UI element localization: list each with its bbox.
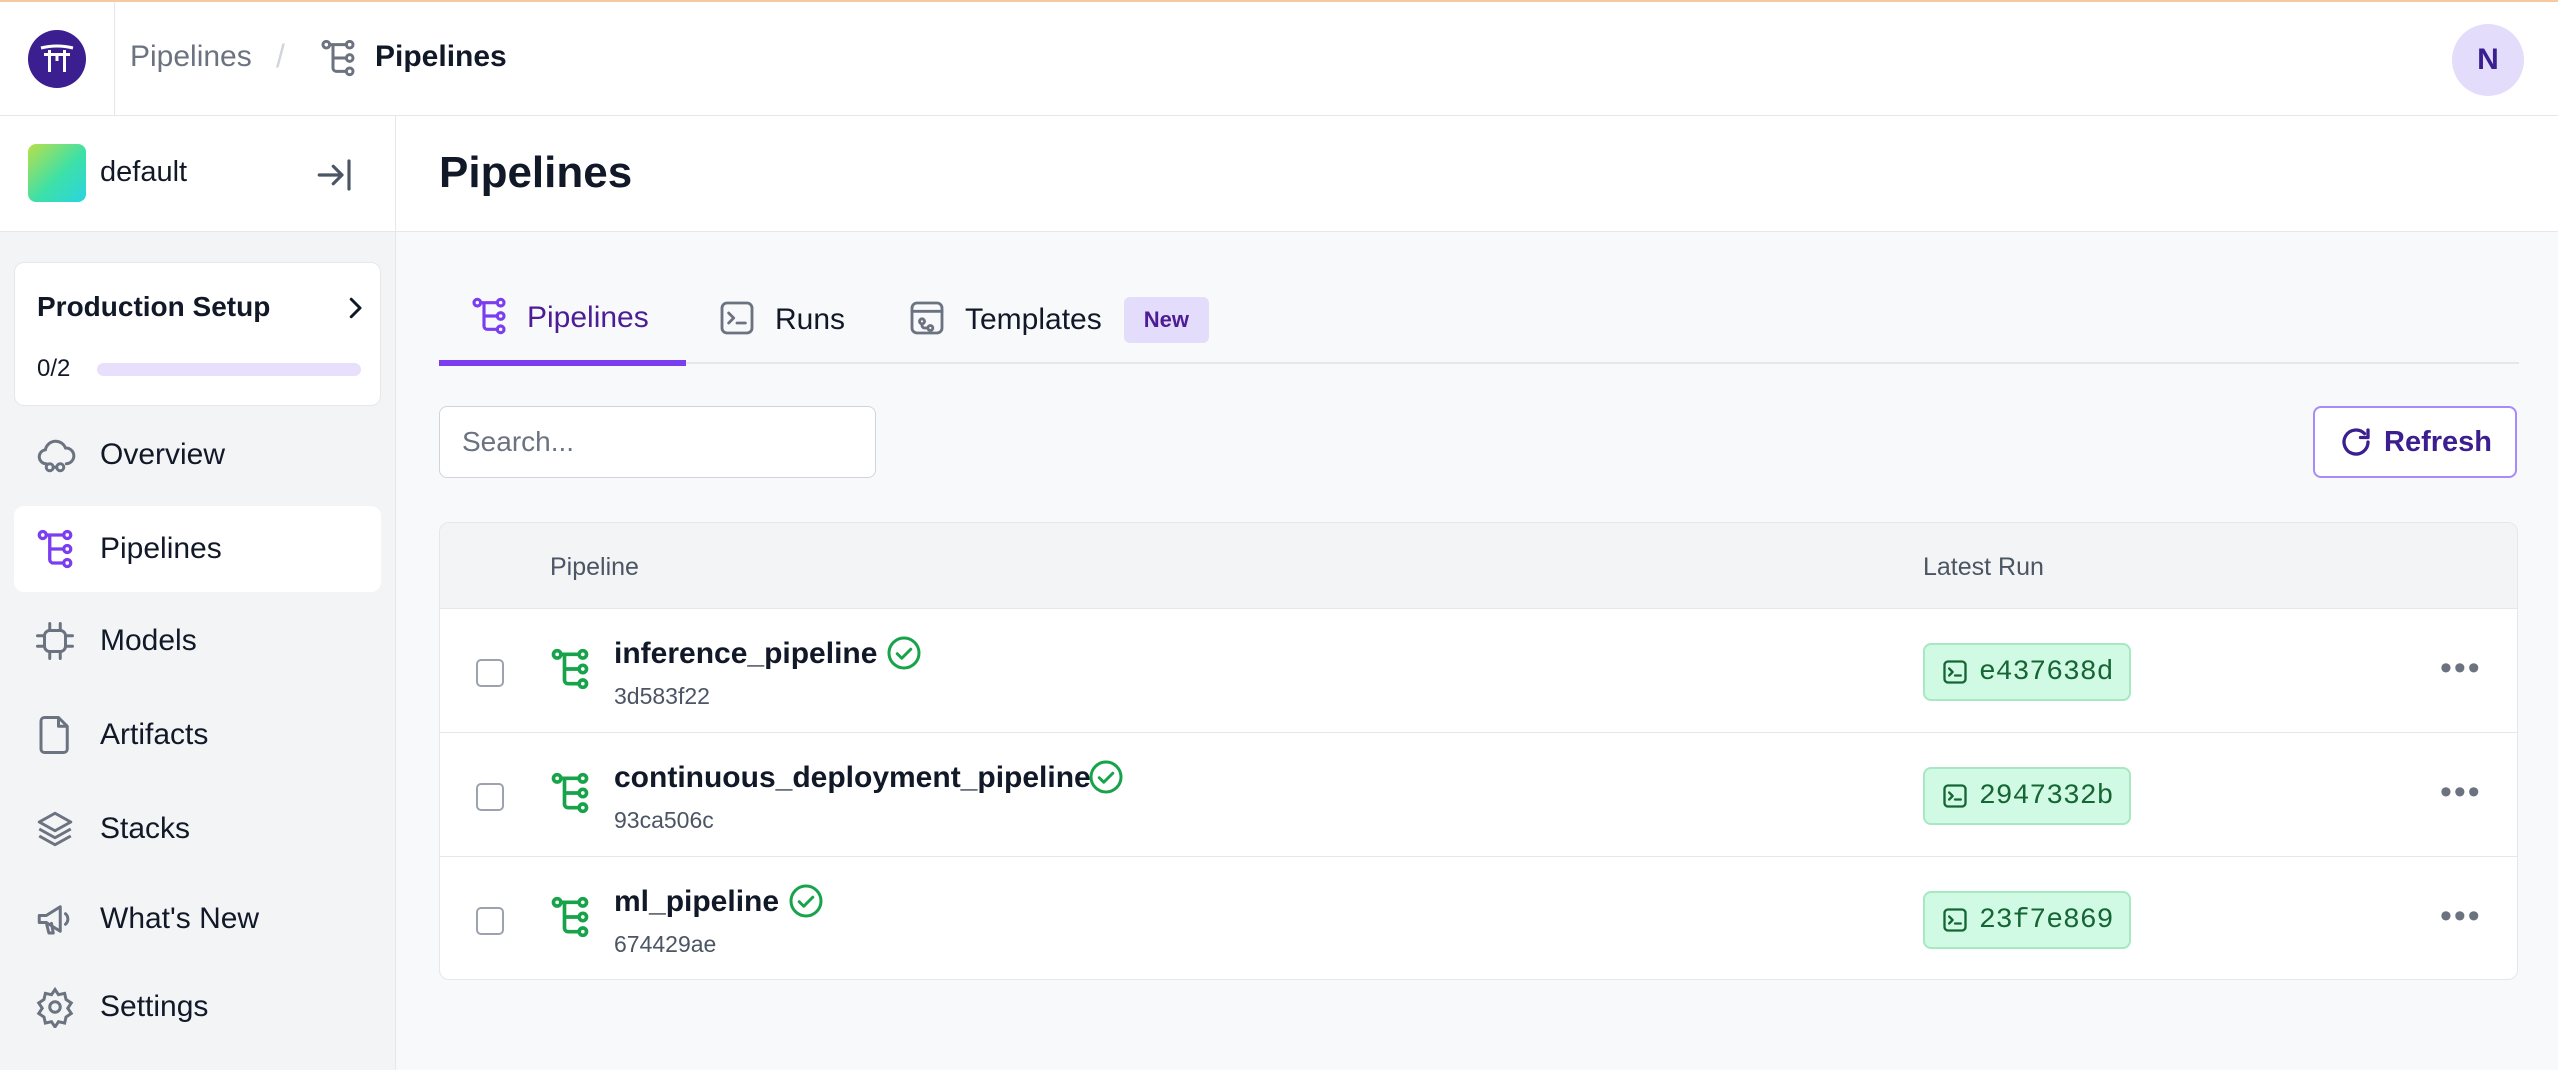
sidebar-item-settings[interactable]: Settings bbox=[14, 964, 381, 1050]
pipeline-id: 3d583f22 bbox=[614, 683, 710, 709]
setup-progress-bar bbox=[97, 363, 361, 376]
tab-bar: Pipelines Runs Templates New bbox=[439, 276, 2519, 366]
workspace-name: default bbox=[100, 156, 188, 188]
latest-run-badge[interactable]: e437638d bbox=[1923, 643, 2132, 701]
table-header: Pipeline Latest Run bbox=[440, 523, 2517, 609]
terminal-icon bbox=[1943, 908, 1967, 932]
avatar[interactable]: N bbox=[2452, 24, 2524, 96]
tab-label: Pipelines bbox=[527, 301, 649, 334]
latest-run-badge[interactable]: 23f7e869 bbox=[1923, 891, 2132, 949]
more-options-icon[interactable]: ••• bbox=[2440, 649, 2482, 688]
sidebar-item-label: Stacks bbox=[100, 812, 191, 845]
collapse-sidebar-icon[interactable] bbox=[314, 154, 356, 201]
row-checkbox[interactable] bbox=[476, 659, 504, 687]
sidebar-item-label: Pipelines bbox=[100, 532, 222, 565]
pipeline-icon bbox=[469, 296, 509, 341]
setup-title: Production Setup bbox=[37, 291, 271, 322]
setup-progress-text: 0/2 bbox=[37, 355, 71, 382]
template-icon bbox=[907, 298, 947, 343]
table-row[interactable]: inference_pipeline 3d583f22 e437638d ••• bbox=[440, 609, 2517, 733]
layers-icon bbox=[34, 808, 76, 850]
pipeline-icon bbox=[548, 647, 592, 696]
sidebar-item-pipelines[interactable]: Pipelines bbox=[14, 506, 381, 592]
chevron-right-icon[interactable] bbox=[340, 293, 370, 328]
sidebar-item-artifacts[interactable]: Artifacts bbox=[14, 692, 381, 778]
row-checkbox[interactable] bbox=[476, 907, 504, 935]
tab-label: Templates bbox=[965, 303, 1102, 336]
pipeline-icon bbox=[318, 38, 358, 83]
top-bar: Pipelines / Pipelines N bbox=[0, 0, 2558, 116]
breadcrumb-root[interactable]: Pipelines bbox=[130, 40, 252, 74]
refresh-icon bbox=[2342, 428, 2370, 456]
terminal-icon bbox=[1943, 660, 1967, 684]
more-options-icon[interactable]: ••• bbox=[2440, 773, 2482, 812]
pipeline-id: 674429ae bbox=[614, 931, 717, 957]
tab-pipelines[interactable]: Pipelines bbox=[439, 276, 686, 366]
latest-run-id: e437638d bbox=[1979, 656, 2114, 688]
gear-icon bbox=[34, 986, 76, 1028]
pipeline-icon bbox=[34, 528, 76, 570]
file-icon bbox=[34, 714, 76, 756]
latest-run-id: 23f7e869 bbox=[1979, 904, 2114, 936]
latest-run-badge[interactable]: 2947332b bbox=[1923, 767, 2132, 825]
success-check-icon bbox=[788, 883, 824, 924]
pipeline-name[interactable]: inference_pipeline bbox=[614, 637, 877, 671]
more-options-icon[interactable]: ••• bbox=[2440, 897, 2482, 936]
tab-templates[interactable]: Templates New bbox=[907, 276, 1209, 364]
production-setup-card[interactable]: Production Setup 0/2 bbox=[14, 262, 381, 406]
pipeline-icon bbox=[548, 895, 592, 944]
zenml-logo[interactable] bbox=[28, 30, 86, 88]
megaphone-icon bbox=[34, 898, 76, 940]
sidebar-item-label: Artifacts bbox=[100, 718, 209, 751]
sidebar-item-models[interactable]: Models bbox=[14, 598, 381, 684]
sidebar-item-stacks[interactable]: Stacks bbox=[14, 786, 381, 872]
sidebar: default Production Setup 0/2 Overview Pi… bbox=[0, 116, 396, 1070]
pipeline-name[interactable]: continuous_deployment_pipeline bbox=[614, 761, 1091, 795]
tab-runs[interactable]: Runs bbox=[717, 276, 845, 364]
column-header-pipeline[interactable]: Pipeline bbox=[550, 553, 639, 582]
refresh-button[interactable]: Refresh bbox=[2313, 406, 2517, 478]
workspace-switcher[interactable]: default bbox=[0, 116, 395, 232]
logo-cell[interactable] bbox=[0, 2, 115, 116]
pipeline-id: 93ca506c bbox=[614, 807, 714, 833]
workspace-avatar bbox=[28, 144, 86, 202]
latest-run-id: 2947332b bbox=[1979, 780, 2114, 812]
sidebar-item-overview[interactable]: Overview bbox=[14, 412, 381, 498]
chip-icon bbox=[34, 620, 76, 662]
terminal-icon bbox=[717, 298, 757, 343]
tab-label: Runs bbox=[775, 303, 846, 336]
success-check-icon bbox=[886, 635, 922, 676]
sidebar-item-label: Overview bbox=[100, 438, 226, 471]
column-header-latest-run[interactable]: Latest Run bbox=[1923, 553, 2044, 582]
sidebar-item-label: What's New bbox=[100, 902, 260, 935]
page-header: Pipelines bbox=[396, 116, 2558, 232]
breadcrumb-separator: / bbox=[276, 38, 285, 74]
row-checkbox[interactable] bbox=[476, 783, 504, 811]
page-title: Pipelines bbox=[439, 148, 633, 197]
sidebar-item-label: Settings bbox=[100, 990, 209, 1023]
new-badge: New bbox=[1123, 297, 1209, 343]
pipeline-icon bbox=[548, 771, 592, 820]
sidebar-item-label: Models bbox=[100, 624, 197, 657]
sidebar-item-whats-new[interactable]: What's New bbox=[14, 876, 381, 962]
terminal-icon bbox=[1943, 784, 1967, 808]
table-row[interactable]: ml_pipeline 674429ae 23f7e869 ••• bbox=[440, 857, 2517, 979]
pipeline-name[interactable]: ml_pipeline bbox=[614, 885, 779, 919]
pipelines-table: Pipeline Latest Run inference_pipeline 3… bbox=[439, 522, 2518, 980]
refresh-label: Refresh bbox=[2384, 425, 2492, 458]
search-input[interactable] bbox=[439, 406, 876, 478]
breadcrumb-current: Pipelines bbox=[375, 40, 507, 73]
table-row[interactable]: continuous_deployment_pipeline 93ca506c … bbox=[440, 733, 2517, 857]
success-check-icon bbox=[1088, 759, 1124, 800]
cloud-icon bbox=[34, 434, 76, 476]
